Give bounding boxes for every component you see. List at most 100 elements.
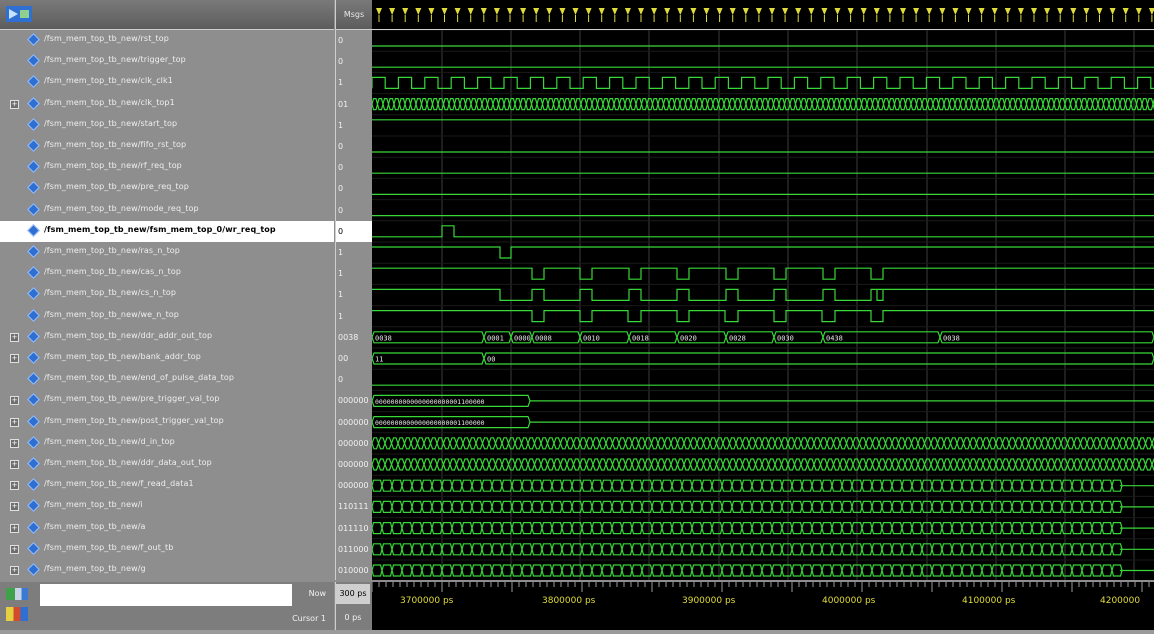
- bus-clk-segment: [778, 98, 786, 111]
- bus-clk-segment: [519, 98, 527, 111]
- signal-value: 000000: [338, 460, 369, 469]
- signal-row[interactable]: + /fsm_mem_top_tb_new/f_read_data1: [0, 475, 334, 496]
- signal-row[interactable]: + /fsm_mem_top_tb_new/clk_top1: [0, 94, 334, 115]
- expand-icon[interactable]: +: [10, 544, 19, 554]
- signal-row[interactable]: /fsm_mem_top_tb_new/mode_req_top: [0, 200, 334, 221]
- bus-dense-segment: [592, 458, 601, 471]
- bus-dense-segment: [715, 458, 724, 471]
- bus-data-segment: [451, 522, 463, 535]
- signal-row[interactable]: + /fsm_mem_top_tb_new/bank_addr_top: [0, 348, 334, 369]
- signal-row[interactable]: /fsm_mem_top_tb_new/start_top: [0, 115, 334, 136]
- signal-row[interactable]: /fsm_mem_top_tb_new/end_of_pulse_data_to…: [0, 369, 334, 390]
- bus-data-segment: [1091, 522, 1103, 535]
- signal-row[interactable]: /fsm_mem_top_tb_new/trigger_top: [0, 51, 334, 72]
- signal-row[interactable]: /fsm_mem_top_tb_new/fsm_mem_top_0/wr_req…: [0, 220, 334, 242]
- bus-dense-segment: [839, 437, 848, 450]
- expand-icon[interactable]: +: [10, 502, 19, 512]
- bus-data-segment: [631, 522, 643, 535]
- time-marker: [742, 8, 749, 15]
- signal-row[interactable]: + /fsm_mem_top_tb_new/i: [0, 496, 334, 517]
- bus-dense-segment: [657, 458, 666, 471]
- bus-data-segment: [741, 479, 753, 492]
- bus-data-segment: [651, 522, 663, 535]
- bus-data-segment: [611, 500, 623, 513]
- signal-row[interactable]: + /fsm_mem_top_tb_new/ddr_data_out_top: [0, 454, 334, 475]
- bus-dense-segment: [611, 437, 620, 450]
- signal-row[interactable]: /fsm_mem_top_tb_new/we_n_top: [0, 306, 334, 327]
- signal-row[interactable]: /fsm_mem_top_tb_new/clk_clk1: [0, 72, 334, 93]
- wave-panel[interactable]: 0038 0001 0000 0008 0010 0018 0020 0028 0030 0438…: [372, 30, 1154, 580]
- signal-row[interactable]: + /fsm_mem_top_tb_new/pre_trigger_val_top: [0, 390, 334, 411]
- bus-dense-segment: [624, 458, 633, 471]
- signal-row[interactable]: + /fsm_mem_top_tb_new/a: [0, 518, 334, 539]
- bus-data-segment: [1091, 500, 1103, 513]
- signal-row[interactable]: /fsm_mem_top_tb_new/rst_top: [0, 30, 334, 51]
- signal-value: 010000: [338, 566, 369, 575]
- bus-data-segment: [1041, 543, 1053, 556]
- bus-data-segment: [591, 500, 603, 513]
- expand-icon[interactable]: +: [10, 438, 19, 448]
- expand-icon[interactable]: +: [10, 99, 19, 109]
- signal-diamond-icon: [27, 308, 40, 322]
- expand-icon[interactable]: +: [10, 481, 19, 491]
- expand-icon[interactable]: +: [10, 354, 19, 363]
- wave-toolbar-icon[interactable]: [6, 588, 28, 600]
- signal-row[interactable]: /fsm_mem_top_tb_new/fifo_rst_top: [0, 136, 334, 157]
- signal-row[interactable]: /fsm_mem_top_tb_new/rf_req_top: [0, 157, 334, 178]
- bus-value-label: 0438: [826, 334, 843, 342]
- cursor-toolbar-icon[interactable]: [6, 607, 28, 621]
- bus-data-segment: [491, 500, 503, 513]
- bus-dense-segment: [488, 437, 497, 450]
- bus-clk-segment: [552, 98, 560, 111]
- bus-dense-segment: [1112, 437, 1121, 450]
- bus-dense-segment: [1131, 458, 1140, 471]
- expand-icon[interactable]: +: [10, 332, 19, 342]
- name-field[interactable]: [40, 584, 292, 606]
- timeline-ruler[interactable]: 3700000 ps 3800000 ps 3900000 ps 4000000 ps…: [371, 582, 1154, 630]
- time-marker: [926, 8, 933, 15]
- signal-row[interactable]: + /fsm_mem_top_tb_new/ddr_addr_out_top: [0, 327, 334, 348]
- signal-row[interactable]: /fsm_mem_top_tb_new/ras_n_top: [0, 242, 334, 263]
- signal-row[interactable]: + /fsm_mem_top_tb_new/d_in_top: [0, 433, 334, 454]
- signal-row[interactable]: + /fsm_mem_top_tb_new/f_out_tb: [0, 539, 334, 560]
- bus-dense-segment: [494, 458, 503, 471]
- bus-clk-segment: [486, 98, 494, 111]
- signal-diamond-icon: [27, 414, 40, 428]
- bus-data-segment: [881, 522, 893, 535]
- signal-row[interactable]: /fsm_mem_top_tb_new/pre_req_top: [0, 178, 334, 199]
- bus-dense-segment: [598, 458, 607, 471]
- bus-dense-segment: [377, 458, 386, 471]
- signal-row[interactable]: /fsm_mem_top_tb_new/cas_n_top: [0, 263, 334, 284]
- bus-data-segment: [381, 500, 393, 513]
- signal-row[interactable]: /fsm_mem_top_tb_new/cs_n_top: [0, 284, 334, 305]
- bus-dense-segment: [884, 437, 893, 450]
- bus-data-segment: [911, 543, 923, 556]
- expand-icon[interactable]: +: [10, 396, 19, 406]
- bus-data-segment: [591, 564, 603, 577]
- expand-icon[interactable]: +: [10, 417, 19, 427]
- expand-icon[interactable]: +: [10, 523, 19, 533]
- waveform-canvas[interactable]: 0038 0001 0000 0008 0010 0018 0020 0028 0030 0438…: [372, 30, 1154, 580]
- expand-icon[interactable]: +: [10, 460, 19, 469]
- signal-value: 0: [338, 57, 344, 67]
- bus-dense-segment: [1047, 458, 1056, 471]
- bus-clk-segment: [585, 98, 593, 111]
- bus-data-segment: [781, 500, 793, 513]
- bus-dense-segment: [819, 437, 828, 450]
- time-marker: [677, 8, 684, 15]
- bus-data-segment: [901, 479, 913, 492]
- bus-data-segment: [801, 479, 813, 492]
- bus-data-segment: [911, 564, 923, 577]
- timeline-label: 3800000 ps: [542, 596, 596, 606]
- bus-dense-segment: [1144, 458, 1153, 471]
- bus-dense-segment: [936, 437, 945, 450]
- signal-row[interactable]: + /fsm_mem_top_tb_new/post_trigger_val_to…: [0, 412, 334, 433]
- bus-data-segment: [581, 522, 593, 535]
- signal-row[interactable]: + /fsm_mem_top_tb_new/g: [0, 560, 334, 581]
- expand-icon[interactable]: +: [10, 566, 19, 575]
- time-marker: [821, 8, 828, 15]
- bus-value-label: 0010: [583, 334, 600, 342]
- bus-data-segment: [971, 479, 983, 492]
- bus-data-segment: [621, 479, 633, 492]
- bus-dense-segment: [741, 437, 750, 450]
